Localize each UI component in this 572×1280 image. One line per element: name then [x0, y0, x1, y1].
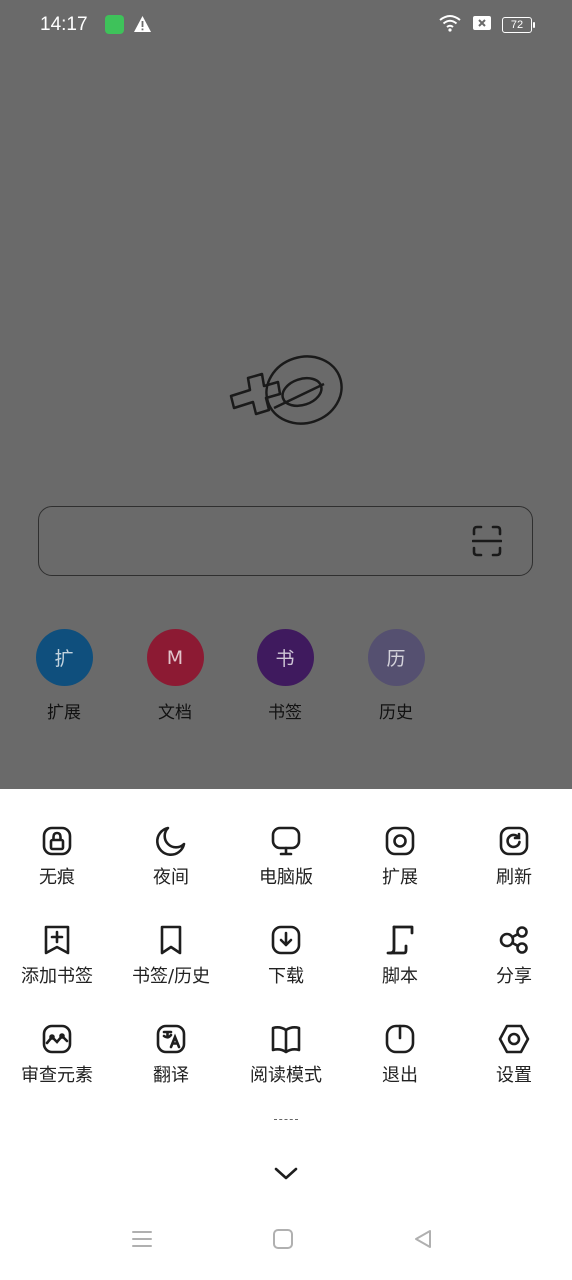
menu-item-refresh[interactable]: 刷新 — [457, 825, 571, 889]
menu-item-label: 审查元素 — [21, 1065, 93, 1086]
status-bar: 14:17 72 — [0, 0, 572, 52]
menu-sheet: 无痕 夜间 电脑版 扩展 刷新 添加书签 书签/历史 下载 脚本 分享 审查元素… — [0, 789, 572, 1280]
wifi-icon — [438, 14, 462, 36]
moon-icon — [114, 825, 228, 857]
quick-link-extensions[interactable]: 扩 扩展 — [28, 629, 100, 723]
menu-item-label: 扩展 — [382, 867, 418, 888]
menu-item-label: 夜间 — [153, 867, 189, 888]
bookmark-icon — [114, 924, 228, 956]
menu-item-label: 添加书签 — [21, 966, 93, 987]
battery-icon: 72 — [502, 17, 535, 33]
browser-logo — [226, 350, 348, 444]
warning-icon — [133, 15, 152, 37]
quick-link-bookmarks[interactable]: 书 书签 — [249, 629, 321, 723]
desktop-monitor-icon — [229, 825, 343, 857]
menu-item-download[interactable]: 下载 — [229, 924, 343, 988]
menu-item-scripts[interactable]: 脚本 — [343, 924, 457, 988]
quick-link-history[interactable]: 历 历史 — [360, 629, 432, 723]
status-time: 14:17 — [40, 14, 88, 35]
menu-item-add-bookmark[interactable]: 添加书签 — [0, 924, 114, 988]
scan-icon[interactable] — [471, 525, 503, 561]
menu-item-label: 退出 — [382, 1065, 418, 1086]
menu-item-night-mode[interactable]: 夜间 — [114, 825, 228, 889]
book-open-icon — [229, 1023, 343, 1055]
quick-link-avatar: 历 — [367, 629, 425, 686]
incognito-lock-icon — [0, 825, 114, 857]
quick-link-label: 扩展 — [47, 703, 81, 723]
download-icon — [229, 924, 343, 956]
add-bookmark-icon — [0, 924, 114, 956]
script-icon — [343, 924, 457, 956]
back-triangle-icon[interactable] — [412, 1228, 434, 1254]
menu-item-label: 下载 — [268, 966, 304, 987]
menu-item-share[interactable]: 分享 — [457, 924, 571, 988]
settings-hexagon-icon — [457, 1023, 571, 1055]
menu-item-label: 无痕 — [39, 867, 75, 888]
quick-link-avatar: M — [146, 629, 204, 686]
power-icon — [343, 1023, 457, 1055]
share-icon — [457, 924, 571, 956]
home-square-icon[interactable] — [272, 1228, 294, 1254]
quick-link-avatar: 扩 — [35, 629, 93, 686]
menu-item-label: 电脑版 — [259, 867, 313, 888]
sheet-drag-handle[interactable] — [274, 1119, 298, 1120]
menu-item-settings[interactable]: 设置 — [457, 1023, 571, 1087]
search-bar[interactable] — [38, 506, 533, 576]
menu-item-label: 书签/历史 — [131, 966, 211, 987]
battery-level: 72 — [510, 19, 524, 31]
quick-link-label: 文档 — [158, 703, 192, 723]
menu-item-label: 分享 — [496, 966, 532, 987]
menu-item-label: 刷新 — [496, 867, 532, 888]
menu-item-extensions[interactable]: 扩展 — [343, 825, 457, 889]
menu-item-label: 脚本 — [382, 966, 418, 987]
menu-item-reading-mode[interactable]: 阅读模式 — [229, 1023, 343, 1087]
app-notification-icon — [105, 15, 124, 34]
inspect-element-icon — [0, 1023, 114, 1055]
menu-item-exit[interactable]: 退出 — [343, 1023, 457, 1087]
sim-off-icon — [472, 15, 492, 35]
menu-lines-icon[interactable] — [131, 1228, 153, 1254]
translate-icon — [114, 1023, 228, 1055]
menu-item-incognito[interactable]: 无痕 — [0, 825, 114, 889]
quick-link-label: 书签 — [268, 703, 302, 723]
menu-item-label: 翻译 — [153, 1065, 189, 1086]
quick-link-avatar: 书 — [256, 629, 314, 686]
quick-link-docs[interactable]: M 文档 — [139, 629, 211, 723]
menu-item-label: 阅读模式 — [250, 1065, 322, 1086]
system-nav-bar — [0, 1210, 572, 1280]
menu-item-desktop-mode[interactable]: 电脑版 — [229, 825, 343, 889]
menu-item-inspect-element[interactable]: 审查元素 — [0, 1023, 114, 1087]
menu-item-bookmarks-history[interactable]: 书签/历史 — [114, 924, 228, 988]
extension-icon — [343, 825, 457, 857]
menu-item-translate[interactable]: 翻译 — [114, 1023, 228, 1087]
chevron-down-icon[interactable] — [272, 1165, 300, 1185]
menu-item-label: 设置 — [496, 1065, 532, 1086]
quick-link-label: 历史 — [379, 703, 413, 723]
refresh-icon — [457, 825, 571, 857]
